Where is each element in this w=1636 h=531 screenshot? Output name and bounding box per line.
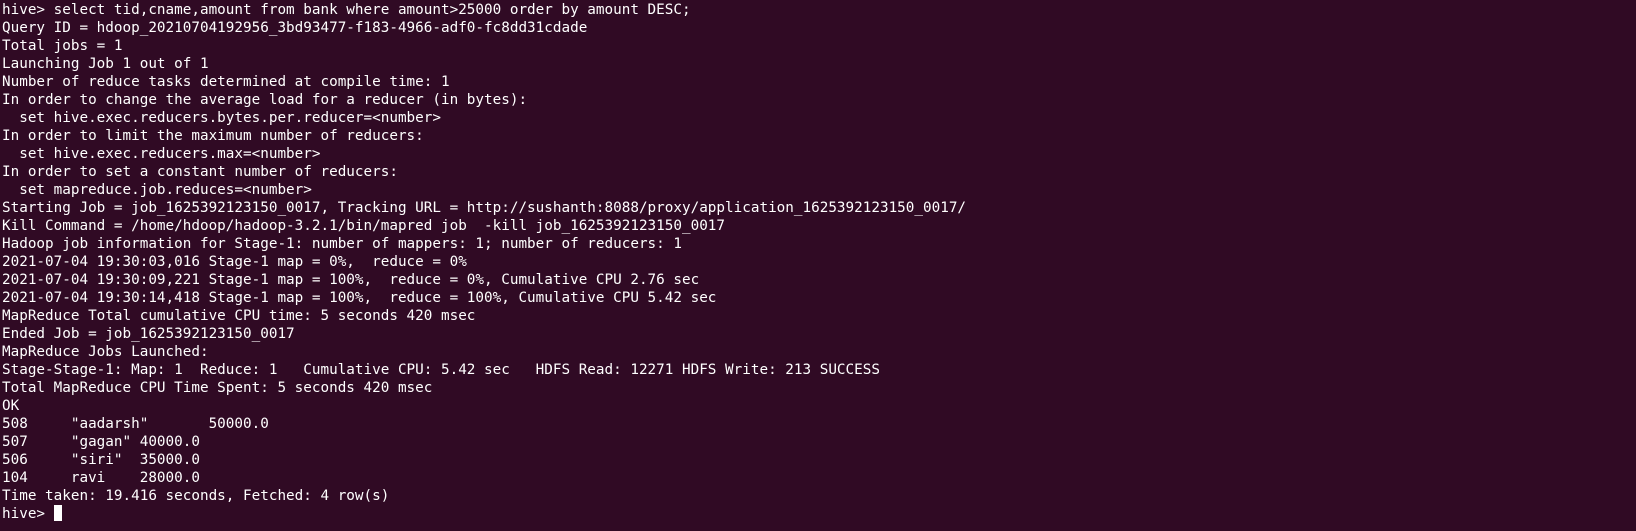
output-line: MapReduce Total cumulative CPU time: 5 s…: [2, 308, 476, 324]
output-line: Total MapReduce CPU Time Spent: 5 second…: [2, 380, 433, 396]
output-line: Hadoop job information for Stage-1: numb…: [2, 236, 682, 252]
output-line: MapReduce Jobs Launched:: [2, 344, 209, 360]
result-row: 507 "gagan" 40000.0: [2, 434, 200, 450]
output-line: Ended Job = job_1625392123150_0017: [2, 326, 295, 342]
result-row: 506 "siri" 35000.0: [2, 452, 200, 468]
output-line: Total jobs = 1: [2, 38, 123, 54]
output-line: In order to set a constant number of red…: [2, 164, 398, 180]
result-row: 508 "aadarsh" 50000.0: [2, 416, 269, 432]
status-ok-line: OK: [2, 398, 20, 414]
progress-line: 2021-07-04 19:30:14,418 Stage-1 map = 10…: [2, 290, 717, 306]
output-line: Number of reduce tasks determined at com…: [2, 74, 450, 90]
query-id-line: Query ID = hdoop_20210704192956_3bd93477…: [2, 20, 588, 36]
time-taken-line: Time taken: 19.416 seconds, Fetched: 4 r…: [2, 488, 390, 504]
output-line: In order to change the average load for …: [2, 92, 528, 108]
progress-line: 2021-07-04 19:30:09,221 Stage-1 map = 10…: [2, 272, 700, 288]
command-line: hive> select tid,cname,amount from bank …: [2, 2, 691, 18]
stage-summary-line: Stage-Stage-1: Map: 1 Reduce: 1 Cumulati…: [2, 362, 880, 378]
kill-command-line: Kill Command = /home/hdoop/hadoop-3.2.1/…: [2, 218, 726, 234]
output-line: set hive.exec.reducers.bytes.per.reducer…: [2, 110, 441, 126]
terminal-window[interactable]: hive> select tid,cname,amount from bank …: [0, 0, 1636, 531]
result-row: 104 ravi 28000.0: [2, 470, 200, 486]
output-line: Launching Job 1 out of 1: [2, 56, 209, 72]
output-line: In order to limit the maximum number of …: [2, 128, 424, 144]
starting-job-line: Starting Job = job_1625392123150_0017, T…: [2, 200, 967, 216]
prompt-text: hive>: [2, 506, 54, 522]
output-line: set hive.exec.reducers.max=<number>: [2, 146, 321, 162]
output-line: set mapreduce.job.reduces=<number>: [2, 182, 312, 198]
progress-line: 2021-07-04 19:30:03,016 Stage-1 map = 0%…: [2, 254, 467, 270]
text-cursor: [53, 505, 63, 521]
prompt-line[interactable]: hive>: [2, 505, 1636, 523]
